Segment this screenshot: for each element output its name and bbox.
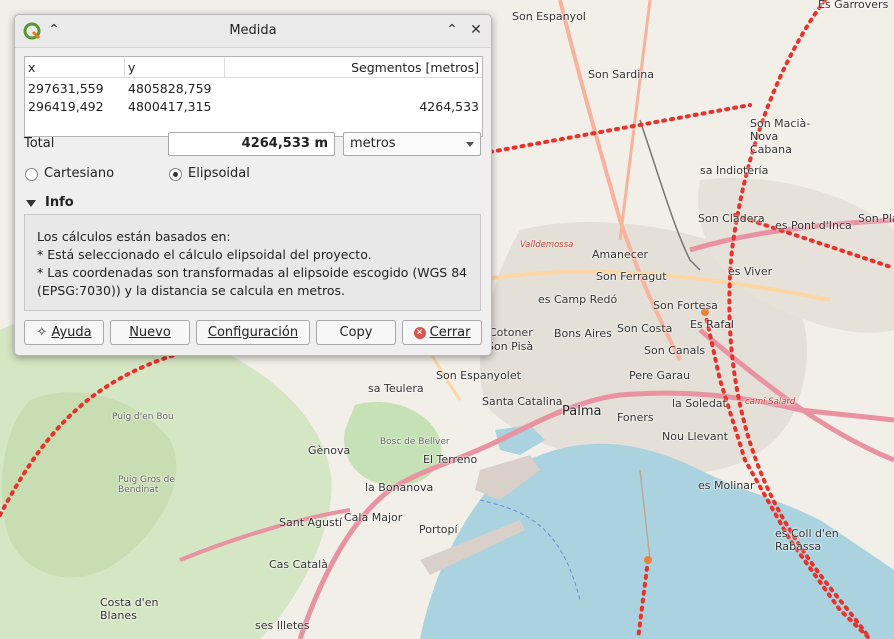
coordinates-table[interactable]: x y Segmentos [metros] 297631,559 480582… [24, 56, 483, 137]
table-cell [225, 80, 482, 98]
map-label: Son Macià-Nova Cabana [750, 117, 811, 156]
map-label: Cala Major [344, 511, 403, 524]
table-cell: 297631,559 [28, 81, 104, 96]
column-header-segments[interactable]: Segmentos [metros] [225, 58, 482, 78]
help-button[interactable]: ✧ Ayuda [24, 320, 104, 345]
map-label: Cas Català [269, 558, 328, 571]
map-label: Puig Gros de Bendinat [118, 475, 175, 495]
column-header-y[interactable]: y [125, 58, 225, 78]
map-label: Cotoner [489, 326, 533, 339]
window-title: Medida [229, 23, 277, 38]
map-label: Es Rafal [690, 318, 734, 331]
map-label: la Bonanova [365, 481, 434, 494]
map-label: Portopí [419, 523, 458, 536]
map-label: Valldemossa [520, 240, 574, 250]
copy-button[interactable]: Copy [316, 320, 396, 345]
map-label: cami Salard [745, 397, 796, 407]
cartesian-radio[interactable] [25, 168, 38, 181]
cartesian-label[interactable]: Cartesiano [44, 166, 114, 181]
map-label: Son Costa [617, 322, 673, 335]
table-cell: 4264,533 [419, 99, 479, 114]
map-label: sa Teulera [368, 382, 424, 395]
map-label: Bons Aires [554, 327, 612, 340]
map-label: sa Indiotería [700, 164, 769, 177]
map-label: es Molinar [698, 479, 755, 492]
map-label: es Coll d'en Rabassa [775, 527, 839, 553]
collapse-triangle-icon[interactable] [26, 200, 36, 207]
radio-selected-dot [173, 172, 178, 177]
map-label: Amanecer [592, 248, 649, 261]
ellipsoidal-radio[interactable] [169, 168, 182, 181]
map-label: es Viver [728, 265, 773, 278]
units-selected-value: metros [350, 136, 396, 151]
help-icon: ✧ [36, 325, 48, 340]
table-cell: 4805828,759 [128, 81, 212, 96]
info-text-line: Los cálculos están basados en: [37, 229, 231, 244]
dialog-titlebar[interactable]: ⌃ Medida ⌃ ✕ [15, 15, 491, 48]
map-label: Nou Llevant [662, 430, 728, 443]
info-text-line: * Las coordenadas son transformadas al e… [37, 265, 468, 280]
map-label: Son Sardina [588, 68, 654, 81]
map-label: Sant Agustí [279, 516, 343, 529]
map-label: Foners [617, 411, 654, 424]
measure-dialog: ⌃ Medida ⌃ ✕ x y Segmentos [metros] 2976… [14, 14, 492, 356]
map-label: Gènova [308, 444, 351, 457]
map-label: la Soledat [672, 397, 727, 410]
new-button[interactable]: Nuevo [110, 320, 190, 345]
close-circle-icon: ✕ [413, 326, 426, 339]
table-cell: 4800417,315 [128, 99, 212, 114]
total-label: Total [24, 136, 55, 151]
map-label: es Pont d'Inca [775, 219, 852, 232]
minimize-chevron-icon[interactable]: ⌃ [443, 21, 461, 39]
map-label: Son Espanyol [512, 10, 586, 23]
map-label: Santa Catalina [482, 395, 563, 408]
map-label: Son Espanyolet [436, 369, 521, 382]
units-dropdown[interactable]: metros [343, 132, 481, 156]
map-label: El Terreno [423, 453, 478, 466]
map-label: Son Pisà [487, 340, 534, 353]
info-text-line: (EPSG:7030)) y la distancia se calcula e… [37, 283, 345, 298]
chevron-down-icon [466, 142, 474, 147]
close-button[interactable]: ✕ Cerrar [402, 320, 482, 345]
map-label: Costa d'en Blanes [100, 596, 159, 622]
info-text-line: * Está seleccionado el cálculo elipsoida… [37, 247, 372, 262]
map-label: Son Ferragut [596, 270, 667, 283]
configuration-button[interactable]: Configuración [196, 320, 310, 345]
map-label: Es Garrovers [818, 0, 889, 11]
total-value-field[interactable]: 4264,533 m [168, 132, 335, 156]
ellipsoidal-label[interactable]: Elipsoidal [188, 166, 250, 181]
map-label: Pere Garau [629, 369, 691, 382]
map-label: Puig d'en Bou [112, 412, 174, 422]
map-label: Son Fortesa [653, 299, 718, 312]
column-header-x[interactable]: x [25, 58, 125, 78]
table-cell: 296419,492 [28, 99, 104, 114]
info-section-header[interactable]: Info [45, 195, 74, 210]
map-label: Bosc de Bellver [380, 437, 450, 447]
map-label: Son Pla de [858, 212, 894, 225]
map-label: ses Illetes [255, 619, 310, 632]
map-measure-point-2[interactable] [644, 556, 652, 564]
close-icon[interactable]: ✕ [467, 21, 485, 39]
info-panel: Los cálculos están basados en: * Está se… [24, 214, 481, 311]
map-label: Palma [562, 404, 602, 419]
map-label: es Camp Redó [538, 293, 618, 306]
map-label: Son Cladera [698, 212, 765, 225]
map-label: Son Canals [644, 344, 706, 357]
